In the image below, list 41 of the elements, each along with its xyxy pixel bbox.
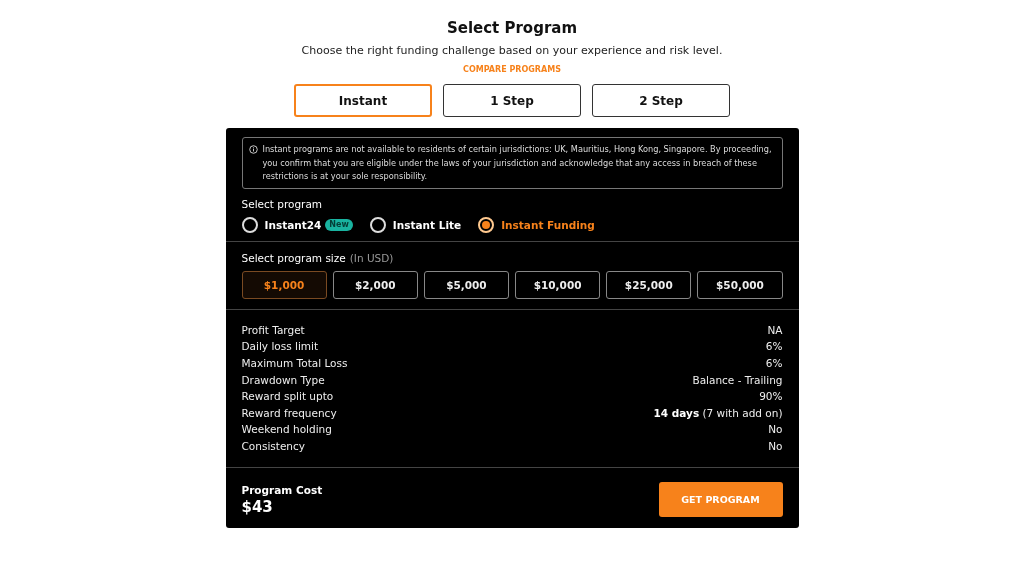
detail-value: Balance - Trailing [692,373,783,386]
detail-value: NA [767,323,783,336]
section-label: Select program [241,197,323,210]
detail-label: Consistency [241,439,305,452]
radio-button[interactable] [369,216,386,233]
size-option[interactable]: $25,000 [606,270,692,299]
program-tab[interactable]: Instant [294,84,432,117]
info-icon [248,145,258,154]
section-label: Select program size [241,251,346,264]
program-tab[interactable]: 1 Step [443,84,581,117]
size-option[interactable]: $1,000 [241,270,327,299]
detail-label: Daily loss limit [241,340,319,353]
page-subtitle: Choose the right funding challenge based on your experience and risk level. [301,44,723,57]
radio-label[interactable]: Instant Funding [501,218,595,231]
detail-value: 14 days (7 with add on) [653,406,783,419]
radio-label[interactable]: Instant Lite [392,218,462,231]
detail-label: Reward split upto [241,390,334,403]
detail-label: Drawdown Type [241,373,325,386]
detail-value: No [768,423,783,436]
notice-text: Instant programs are not available to residents of certain jurisdictions: UK, Mauritius, Hong Kong, Singapore. By proceeding, you confirm that you are eligible under the laws of your jurisdiction and acknowledge that any access in breach of these restrictions is at your sole responsibility. [262,143,773,183]
detail-label: Maximum Total Loss [241,357,348,369]
detail-label: Weekend holding [241,423,332,436]
page-title: Select Program [446,19,578,37]
cost-value: $43 [241,497,274,516]
detail-value: No [768,439,783,452]
detail-value: 6% [765,357,783,369]
unit-note: (In USD) [349,251,394,264]
size-option[interactable]: $2,000 [332,270,418,299]
cost-label: Program Cost [241,483,323,496]
detail-label: Reward frequency [241,406,337,419]
detail-value: 6% [765,340,783,353]
radio-button[interactable] [478,216,495,233]
size-option[interactable]: $5,000 [423,270,509,299]
size-option[interactable]: $50,000 [697,270,783,299]
detail-label: Profit Target [241,323,305,336]
radio-button[interactable] [241,216,258,233]
radio-label[interactable]: Instant24 [264,218,322,231]
new-badge: New [325,218,353,231]
size-option[interactable]: $10,000 [515,270,601,299]
program-tab[interactable]: 2 Step [592,84,730,117]
detail-value: 90% [759,390,783,403]
